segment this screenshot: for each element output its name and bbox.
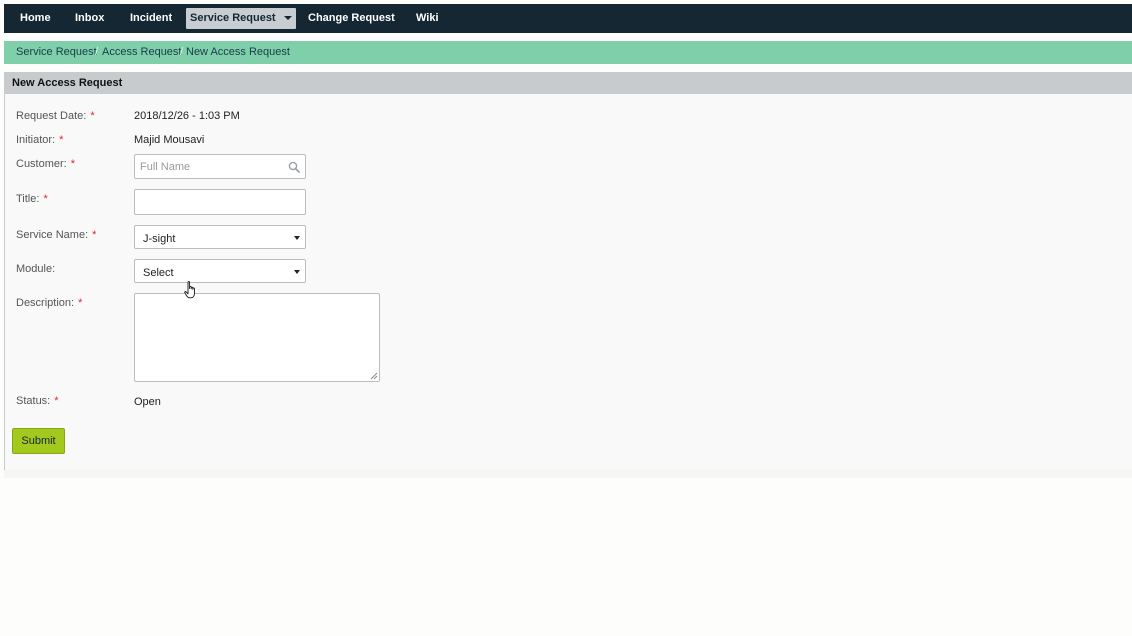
required-marker: * (59, 134, 64, 146)
panel-title: New Access Request (12, 77, 123, 89)
description-label: Description: * (16, 297, 82, 309)
breadcrumb-access-request[interactable]: Access Request (102, 41, 181, 63)
breadcrumb-separator: / (95, 46, 99, 58)
customer-input[interactable]: Full Name (134, 154, 306, 179)
service-name-label-text: Service Name: (16, 229, 89, 241)
dropdown-arrow-icon (294, 236, 300, 240)
breadcrumb-separator: / (180, 46, 184, 58)
title-label: Title: * (16, 193, 48, 205)
required-marker: * (78, 297, 83, 309)
request-date-label-text: Request Date: (16, 110, 87, 122)
customer-label-text: Customer: (16, 158, 67, 170)
breadcrumb-service-request[interactable]: Service Request (16, 41, 97, 63)
description-textarea[interactable] (134, 293, 380, 382)
initiator-value: Majid Mousavi (134, 134, 205, 146)
service-name-select[interactable]: J-sight (134, 225, 306, 249)
nav-service-request-label: Service Request (190, 12, 276, 24)
dropdown-arrow-icon (294, 270, 300, 274)
nav-incident[interactable]: Incident (130, 4, 172, 33)
submit-button[interactable]: Submit (12, 428, 65, 454)
status-label-text: Status: (16, 395, 51, 407)
required-marker: * (92, 229, 97, 241)
initiator-label-text: Initiator: (16, 134, 56, 146)
required-marker: * (43, 193, 48, 205)
caret-down-icon (283, 16, 292, 21)
nav-wiki[interactable]: Wiki (416, 4, 439, 33)
resize-grip-icon[interactable] (370, 372, 378, 380)
service-name-selected: J-sight (143, 233, 176, 245)
description-label-text: Description: (16, 297, 75, 309)
nav-inbox[interactable]: Inbox (75, 4, 104, 33)
required-marker: * (54, 395, 59, 407)
page-footer-strip (4, 470, 1132, 478)
required-marker: * (90, 110, 95, 122)
module-select[interactable]: Select (134, 259, 306, 283)
required-marker: * (70, 158, 76, 170)
nav-home[interactable]: Home (20, 4, 51, 33)
status-label: Status: * (16, 395, 59, 407)
hand-cursor-icon (184, 281, 195, 299)
search-icon[interactable] (288, 161, 300, 173)
top-navbar: Home Inbox Incident Service Request Chan… (4, 4, 1132, 33)
nav-change-request[interactable]: Change Request (308, 4, 395, 33)
new-access-request-panel: New Access Request Request Date: * 2018/1… (4, 72, 1132, 471)
panel-heading: New Access Request (5, 73, 1132, 94)
module-selected: Select (143, 267, 174, 279)
customer-label: Customer: * (16, 158, 75, 170)
module-label-text: Module: (16, 263, 56, 275)
request-date-label: Request Date: * (16, 110, 95, 122)
initiator-label: Initiator: * (16, 134, 63, 146)
module-label: Module: (16, 263, 55, 275)
status-value: Open (134, 396, 161, 408)
title-label-text: Title: (16, 193, 40, 205)
breadcrumb: Service Request / Access Request / New A… (4, 41, 1132, 64)
request-date-value: 2018/12/26 - 1:03 PM (134, 110, 240, 122)
customer-placeholder: Full Name (140, 161, 191, 173)
nav-service-request[interactable]: Service Request (186, 8, 296, 29)
service-name-label: Service Name: * (16, 229, 96, 241)
breadcrumb-new-access-request: New Access Request (186, 46, 290, 58)
title-input[interactable] (134, 189, 306, 215)
